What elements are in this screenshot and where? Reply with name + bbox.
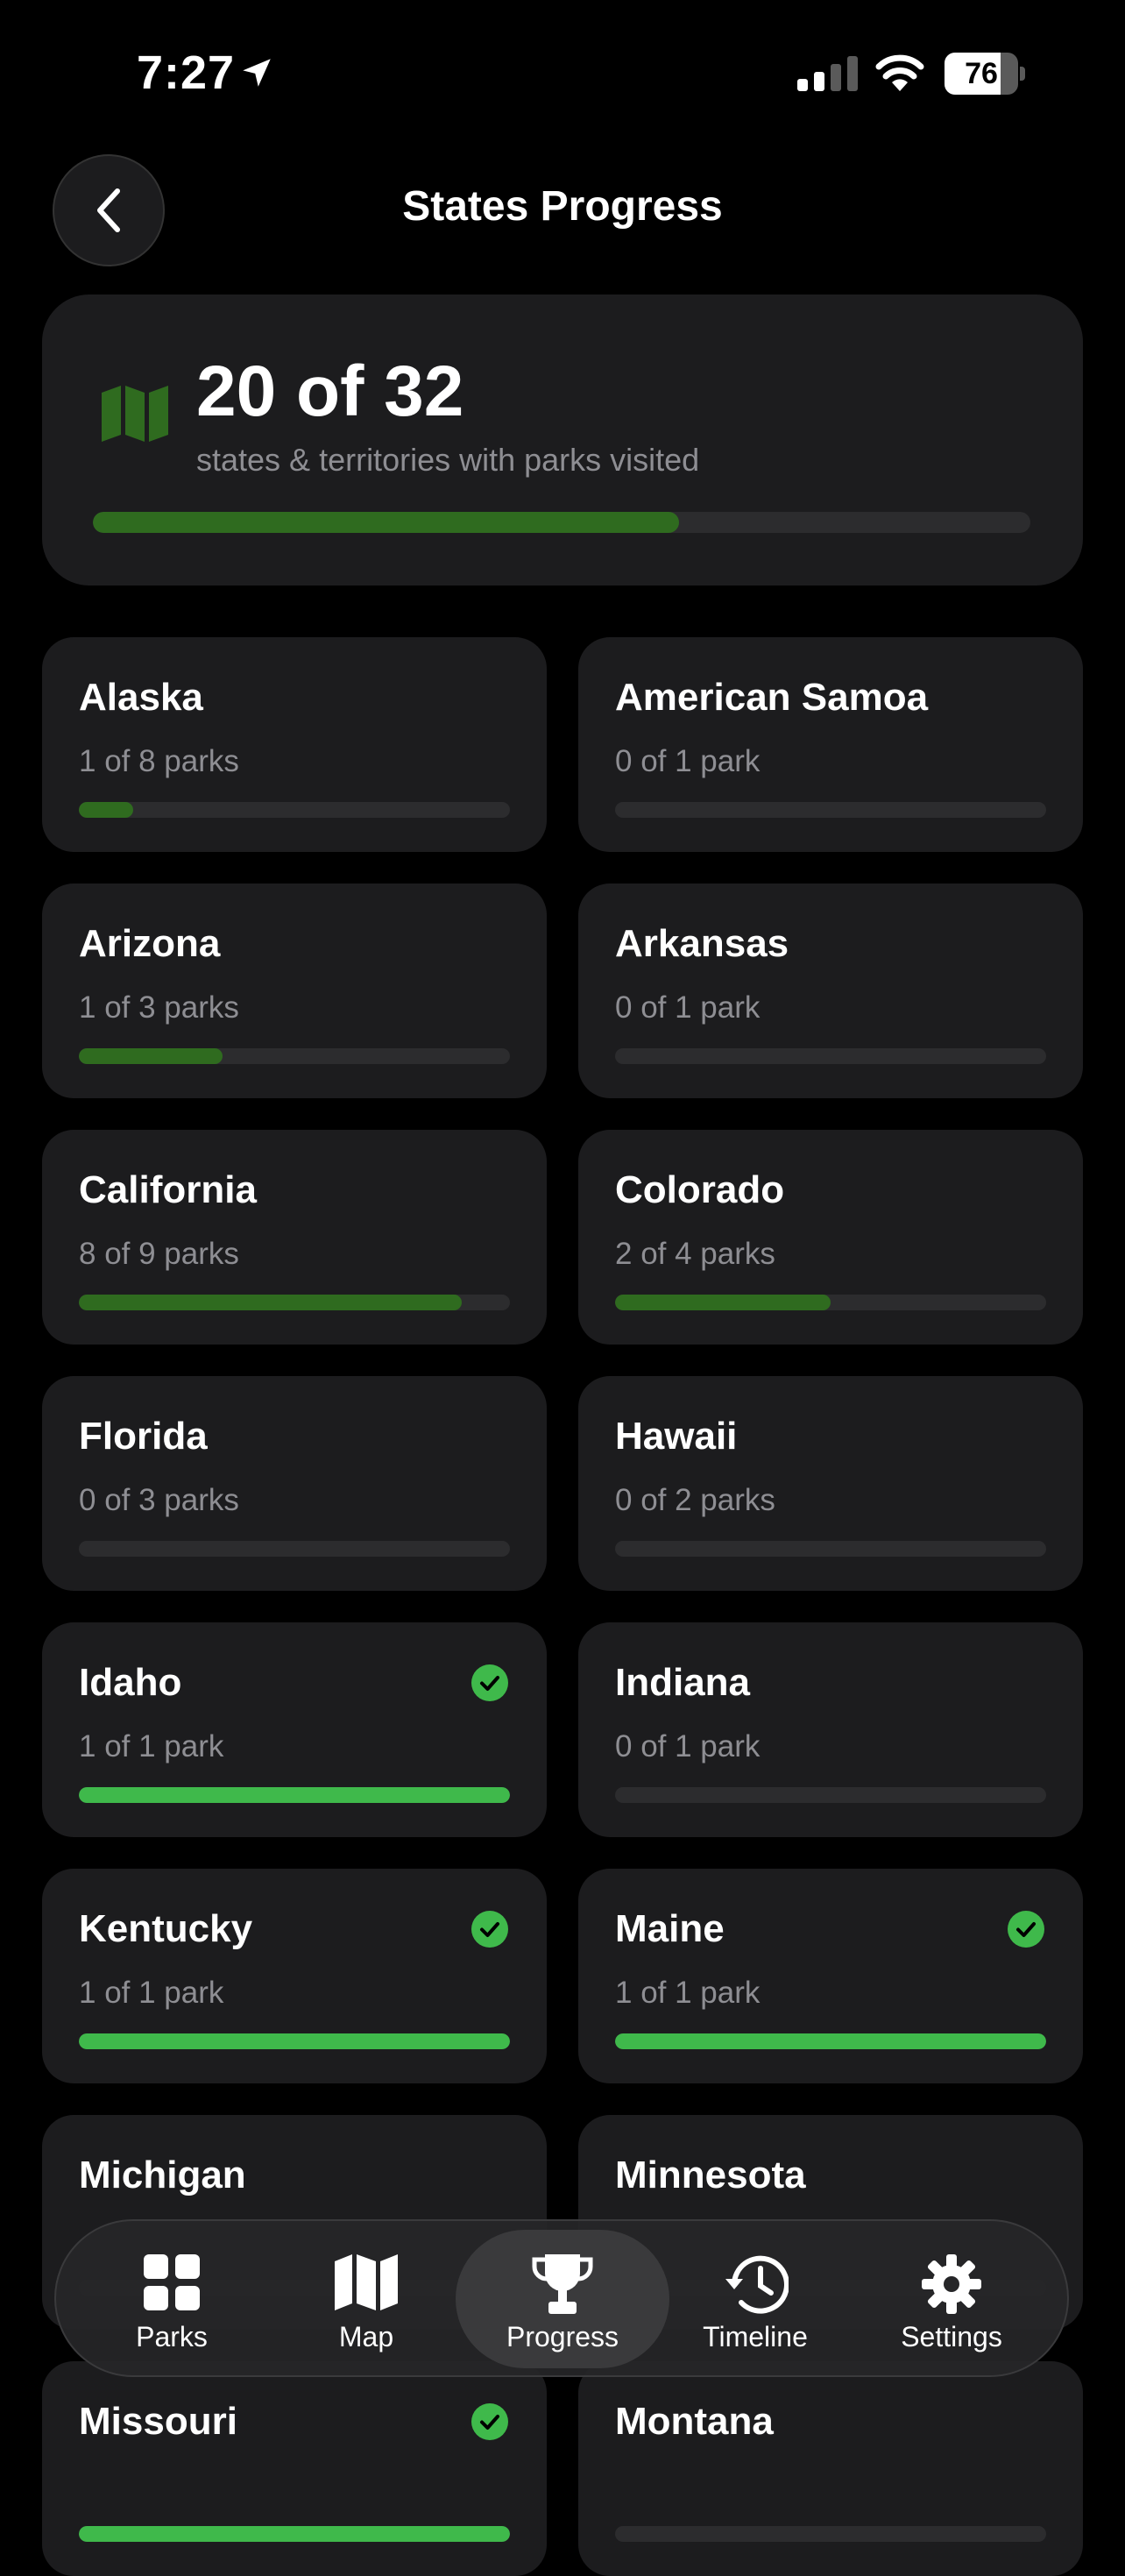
state-park-count: 0 of 1 park [615, 1729, 761, 1763]
state-name: Arkansas [615, 922, 789, 965]
state-name: Montana [615, 2400, 774, 2443]
state-name: Missouri [79, 2400, 237, 2443]
state-card[interactable]: Colorado 2 of 4 parks [578, 1130, 1083, 1345]
state-progress-bar [615, 2526, 1046, 2542]
state-progress-bar [79, 1048, 510, 1064]
state-name: Kentucky [79, 1907, 253, 1950]
history-icon [725, 2255, 789, 2314]
state-progress-bar [615, 1048, 1046, 1064]
state-progress-bar [615, 1787, 1046, 1803]
state-name: Idaho [79, 1661, 182, 1704]
state-card[interactable]: Montana [578, 2361, 1083, 2576]
state-progress-fill [79, 1787, 510, 1803]
grid-icon [144, 2254, 200, 2310]
state-card[interactable]: Alaska 1 of 8 parks [42, 637, 547, 852]
state-card[interactable]: California 8 of 9 parks [42, 1130, 547, 1345]
tab-map[interactable]: Map [259, 2230, 473, 2368]
state-park-count: 8 of 9 parks [79, 1237, 239, 1271]
state-progress-fill [615, 1295, 831, 1310]
state-park-count: 0 of 2 parks [615, 1483, 775, 1517]
state-name: Indiana [615, 1661, 751, 1704]
map-icon [335, 2254, 398, 2310]
state-progress-bar [615, 1295, 1046, 1310]
state-card[interactable]: Florida 0 of 3 parks [42, 1376, 547, 1591]
state-progress-bar [79, 1787, 510, 1803]
tab-parks[interactable]: Parks [65, 2230, 279, 2368]
battery-indicator: 76 [945, 53, 1025, 95]
tab-label: Settings [901, 2321, 1002, 2352]
gear-icon [922, 2254, 981, 2314]
summary-label: states & territories with parks visited [196, 442, 700, 478]
state-progress-fill [79, 802, 133, 818]
state-park-count: 1 of 1 park [79, 1976, 224, 2010]
state-name: American Samoa [615, 676, 929, 719]
tab-timeline[interactable]: Timeline [648, 2230, 862, 2368]
page-title: States Progress [402, 183, 723, 230]
state-progress-bar [79, 2033, 510, 2049]
state-park-count: 1 of 8 parks [79, 744, 239, 778]
state-name: Minnesota [615, 2154, 806, 2196]
summary-progress-bar [93, 512, 1030, 533]
state-card[interactable]: Arkansas 0 of 1 park [578, 884, 1083, 1098]
state-progress-fill [79, 2033, 510, 2049]
state-progress-bar [79, 1295, 510, 1310]
state-progress-bar [79, 2526, 510, 2542]
tab-label: Map [338, 2321, 394, 2352]
battery-percent: 76 [965, 57, 998, 90]
map-icon [102, 386, 168, 442]
state-name: Colorado [615, 1168, 785, 1211]
tab-bar: Parks Map Progress Timeline Settings [54, 2219, 1069, 2377]
tab-label: Progress [506, 2321, 619, 2352]
state-name: Hawaii [615, 1415, 738, 1458]
state-card[interactable]: Indiana 0 of 1 park [578, 1622, 1083, 1837]
checkmark-circle-icon [1008, 1911, 1044, 1948]
state-park-count: 1 of 1 park [615, 1976, 761, 2010]
summary-count: 20 of 32 [196, 351, 464, 431]
state-park-count: 0 of 3 parks [79, 1483, 239, 1517]
state-card[interactable]: Idaho 1 of 1 park [42, 1622, 547, 1837]
state-name: Florida [79, 1415, 208, 1458]
summary-progress-fill [93, 512, 679, 533]
state-progress-fill [79, 1295, 463, 1310]
state-park-count: 1 of 3 parks [79, 990, 239, 1025]
state-park-count: 0 of 1 park [615, 990, 761, 1025]
checkmark-circle-icon [471, 1664, 508, 1701]
state-card[interactable]: Maine 1 of 1 park [578, 1869, 1083, 2083]
tab-progress[interactable]: Progress [456, 2230, 669, 2368]
trophy-icon [532, 2254, 593, 2314]
state-progress-fill [79, 1048, 223, 1064]
state-park-count: 0 of 1 park [615, 744, 761, 778]
wifi-icon [875, 54, 924, 91]
state-name: Michigan [79, 2154, 246, 2196]
state-progress-bar [79, 802, 510, 818]
state-progress-fill [79, 2526, 510, 2542]
state-card[interactable]: Kentucky 1 of 1 park [42, 1869, 547, 2083]
state-park-count: 2 of 4 parks [615, 1237, 775, 1271]
state-card[interactable]: Arizona 1 of 3 parks [42, 884, 547, 1098]
location-arrow-icon [243, 59, 271, 87]
state-progress-fill [615, 2033, 1046, 2049]
state-card[interactable]: Missouri [42, 2361, 547, 2576]
summary-card: 20 of 32 states & territories with parks… [42, 295, 1083, 585]
state-park-count: 1 of 1 park [79, 1729, 224, 1763]
state-card[interactable]: American Samoa 0 of 1 park [578, 637, 1083, 852]
state-progress-bar [615, 802, 1046, 818]
state-name: Alaska [79, 676, 203, 719]
tab-settings[interactable]: Settings [845, 2230, 1058, 2368]
tab-label: Timeline [703, 2321, 808, 2352]
status-bar: 7:27 76 [0, 0, 1125, 149]
state-name: Arizona [79, 922, 221, 965]
cellular-signal-icon [797, 56, 858, 91]
state-name: Maine [615, 1907, 725, 1950]
state-progress-bar [615, 2033, 1046, 2049]
state-progress-bar [79, 1541, 510, 1557]
checkmark-circle-icon [471, 1911, 508, 1948]
state-card[interactable]: Hawaii 0 of 2 parks [578, 1376, 1083, 1591]
state-progress-bar [615, 1541, 1046, 1557]
status-time: 7:27 [137, 46, 236, 99]
tab-label: Parks [136, 2321, 208, 2352]
state-name: California [79, 1168, 257, 1211]
